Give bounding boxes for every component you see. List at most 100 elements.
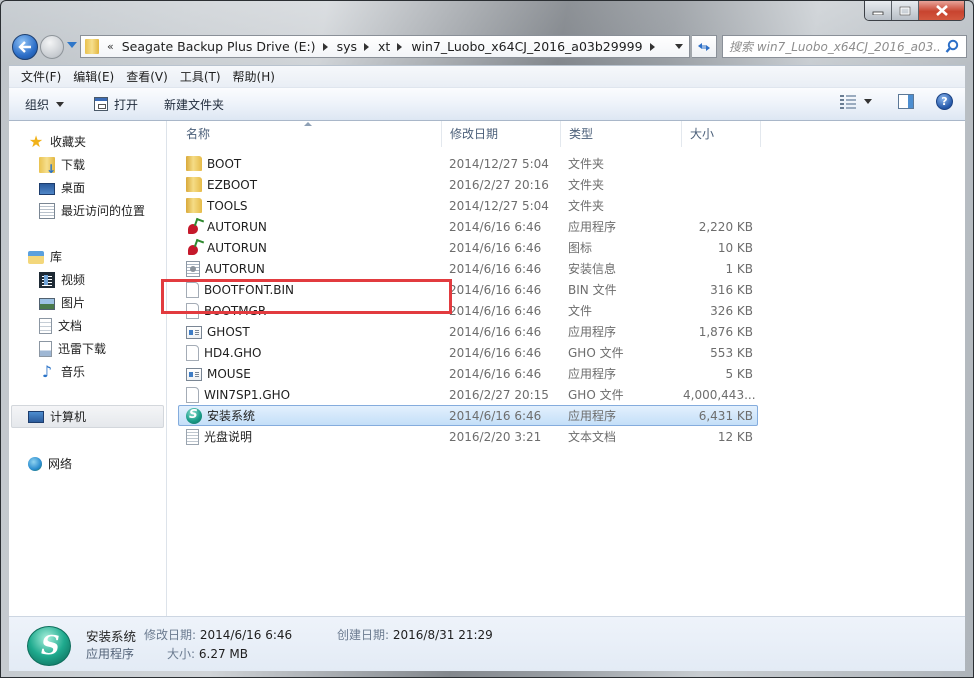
file-row[interactable]: WIN7SP1.GHO 2016/2/27 20:15 GHO 文件 4,000,44… bbox=[178, 384, 758, 405]
minimize-button[interactable] bbox=[865, 1, 892, 20]
search-input[interactable] bbox=[729, 39, 939, 54]
menu-file[interactable]: 文件(F) bbox=[15, 68, 67, 85]
file-row[interactable]: EZBOOT 2016/2/27 20:16 文件夹 bbox=[178, 174, 758, 195]
breadcrumb-sys[interactable]: sys bbox=[337, 39, 357, 54]
new-folder-button[interactable]: 新建文件夹 bbox=[154, 92, 234, 116]
file-name-cell: AUTORUN bbox=[179, 260, 443, 277]
sidebar-item-computer[interactable]: 计算机 bbox=[11, 405, 164, 428]
file-row[interactable]: 光盘说明 2016/2/20 3:21 文本文档 12 KB bbox=[178, 426, 758, 447]
file-type: 应用程序 bbox=[568, 325, 617, 339]
sidebar-item-network[interactable]: 网络 bbox=[9, 452, 167, 475]
column-header-size[interactable]: 大小 bbox=[682, 121, 761, 147]
sidebar-item-music[interactable]: ♪ 音乐 bbox=[9, 360, 167, 383]
file-row[interactable]: BOOTMGR 2014/6/16 6:46 文件 326 KB bbox=[178, 300, 758, 321]
breadcrumb-overflow[interactable]: « bbox=[107, 40, 114, 53]
file-type: 文件夹 bbox=[568, 157, 605, 171]
menu-tools[interactable]: 工具(T) bbox=[174, 68, 227, 85]
video-icon bbox=[39, 271, 55, 288]
sidebar-item-pictures[interactable]: 图片 bbox=[9, 291, 167, 314]
search-box[interactable] bbox=[722, 35, 967, 58]
inf-file-icon bbox=[186, 260, 200, 277]
file-date: 2014/6/16 6:46 bbox=[449, 261, 542, 276]
recent-pages-dropdown[interactable] bbox=[67, 42, 77, 48]
file-row[interactable]: AUTORUN 2014/6/16 6:46 应用程序 2,220 KB bbox=[178, 216, 758, 237]
sidebar-item-label: 图片 bbox=[61, 296, 86, 310]
file-type: 应用程序 bbox=[568, 220, 617, 234]
network-icon bbox=[28, 456, 42, 471]
file-name-cell: BOOTMGR bbox=[179, 302, 443, 319]
file-row[interactable]: 安装系统 2014/6/16 6:46 应用程序 6,431 KB bbox=[178, 405, 758, 426]
sidebar-item-recent-places[interactable]: 最近访问的位置 bbox=[9, 199, 167, 222]
file-type: 安装信息 bbox=[568, 262, 617, 276]
breadcrumb-xt[interactable]: xt bbox=[378, 39, 390, 54]
file-row[interactable]: HD4.GHO 2014/6/16 6:46 GHO 文件 553 KB bbox=[178, 342, 758, 363]
view-options-dropdown[interactable] bbox=[864, 99, 872, 104]
file-type: 文件夹 bbox=[568, 178, 605, 192]
file-row[interactable]: AUTORUN 2014/6/16 6:46 安装信息 1 KB bbox=[178, 258, 758, 279]
sidebar-item-label: 最近访问的位置 bbox=[61, 204, 146, 218]
column-headers: 名称 修改日期 类型 大小 bbox=[168, 121, 965, 147]
sidebar-item-documents[interactable]: 文档 bbox=[9, 314, 167, 337]
file-name-cell: GHOST bbox=[179, 325, 443, 339]
sidebar-favorites[interactable]: ★ 收藏夹 bbox=[9, 130, 167, 153]
file-date: 2014/6/16 6:46 bbox=[449, 219, 542, 234]
column-header-date[interactable]: 修改日期 bbox=[442, 121, 561, 147]
close-button[interactable] bbox=[919, 1, 964, 20]
sidebar-item-videos[interactable]: 视频 bbox=[9, 268, 167, 291]
sidebar-item-label: 迅雷下载 bbox=[58, 342, 107, 356]
blank-file-icon bbox=[186, 302, 199, 319]
help-icon[interactable]: ? bbox=[936, 93, 953, 110]
organize-button[interactable]: 组织 bbox=[9, 92, 74, 116]
column-header-name[interactable]: 名称 bbox=[168, 121, 442, 147]
maximize-button[interactable] bbox=[892, 1, 919, 20]
file-name: BOOT bbox=[207, 156, 242, 171]
file-name: 安装系统 bbox=[207, 409, 256, 423]
thunder-downloads-icon bbox=[39, 340, 52, 357]
column-label: 名称 bbox=[186, 127, 211, 141]
file-type: 图标 bbox=[568, 241, 593, 255]
file-row[interactable]: TOOLS 2014/12/27 5:04 文件夹 bbox=[178, 195, 758, 216]
file-row[interactable]: BOOTFONT.BIN 2014/6/16 6:46 BIN 文件 316 KB bbox=[178, 279, 758, 300]
recent-places-icon bbox=[39, 202, 55, 219]
column-header-type[interactable]: 类型 bbox=[561, 121, 682, 147]
sidebar-item-label: 文档 bbox=[58, 319, 83, 333]
breadcrumb-separator-icon[interactable] bbox=[397, 42, 403, 51]
file-date: 2014/6/16 6:46 bbox=[449, 345, 542, 360]
file-row[interactable]: GHOST 2014/6/16 6:46 应用程序 1,876 KB bbox=[178, 321, 758, 342]
desktop-icon bbox=[39, 182, 55, 195]
breadcrumb-drive[interactable]: Seagate Backup Plus Drive (E:) bbox=[122, 39, 316, 54]
details-created: 创建日期: 2016/8/31 21:29 bbox=[337, 626, 493, 643]
details-pane: 安装系统 应用程序 修改日期: 2014/6/16 6:46 大小: 6.27 … bbox=[9, 616, 965, 671]
breadcrumb-current-folder[interactable]: win7_Luobo_x64CJ_2016_a03b29999 bbox=[411, 39, 642, 54]
menu-help[interactable]: 帮助(H) bbox=[227, 68, 281, 85]
blank-file-icon bbox=[186, 281, 199, 298]
open-button[interactable]: 打开 bbox=[84, 92, 148, 116]
change-view-icon[interactable] bbox=[840, 94, 856, 109]
address-bar[interactable]: « Seagate Backup Plus Drive (E:) sys xt … bbox=[80, 35, 690, 58]
back-arrow-icon bbox=[18, 41, 31, 53]
sidebar-item-downloads[interactable]: 下载 bbox=[9, 153, 167, 176]
search-icon[interactable] bbox=[945, 39, 959, 54]
sidebar-libraries[interactable]: 库 bbox=[9, 245, 167, 268]
breadcrumb-separator-icon[interactable] bbox=[364, 42, 369, 51]
file-row[interactable]: BOOT 2014/12/27 5:04 文件夹 bbox=[178, 153, 758, 174]
breadcrumb-separator-icon[interactable] bbox=[322, 42, 328, 51]
menu-view[interactable]: 查看(V) bbox=[120, 68, 174, 85]
breadcrumb-separator-icon[interactable] bbox=[649, 42, 655, 51]
file-size: 553 KB bbox=[710, 345, 753, 360]
favorites-group: ★ 收藏夹 下载 桌面 最近访问的位置 bbox=[9, 130, 167, 222]
sidebar-item-desktop[interactable]: 桌面 bbox=[9, 176, 167, 199]
minimize-icon bbox=[872, 11, 884, 15]
back-button[interactable] bbox=[12, 34, 38, 60]
sidebar-item-label: 视频 bbox=[61, 273, 86, 287]
refresh-button[interactable] bbox=[692, 35, 717, 58]
file-row[interactable]: AUTORUN 2014/6/16 6:46 图标 10 KB bbox=[178, 237, 758, 258]
address-history-dropdown[interactable] bbox=[675, 44, 683, 49]
sidebar-item-thunder-downloads[interactable]: 迅雷下载 bbox=[9, 337, 167, 360]
forward-button[interactable] bbox=[40, 35, 64, 59]
file-row[interactable]: MOUSE 2014/6/16 6:46 应用程序 5 KB bbox=[178, 363, 758, 384]
navigation-pane[interactable]: ★ 收藏夹 下载 桌面 最近访问的位置 bbox=[9, 121, 167, 616]
menu-edit[interactable]: 编辑(E) bbox=[67, 68, 120, 85]
file-name-cell: AUTORUN bbox=[179, 219, 443, 235]
preview-pane-icon[interactable] bbox=[898, 94, 914, 109]
